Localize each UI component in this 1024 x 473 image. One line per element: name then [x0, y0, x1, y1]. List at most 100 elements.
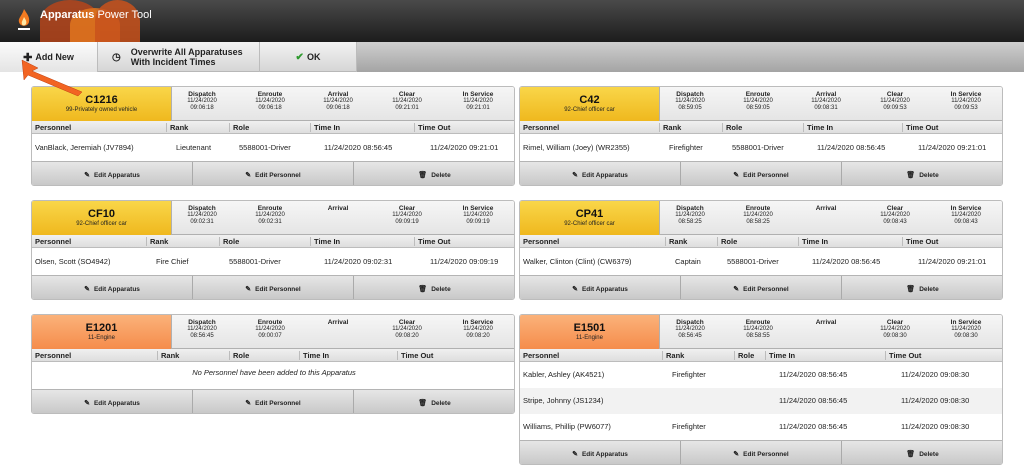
status-label: Dispatch	[676, 205, 704, 212]
personnel-row[interactable]: Olsen, Scott (SO4942) Fire Chief 5588001-D…	[32, 248, 514, 275]
column-header-time-in[interactable]: Time In	[803, 123, 833, 132]
column-header-role[interactable]: Role	[219, 237, 239, 246]
personnel-name: VanBlack, Jeremiah (JV7894)	[35, 142, 134, 152]
personnel-time-out: 11/24/2020 09:09:19	[430, 256, 499, 266]
status-label: In Service	[462, 91, 494, 98]
column-header-time-out[interactable]: Time Out	[414, 123, 450, 132]
personnel-role: 5588001-Driver	[229, 256, 281, 266]
column-header-personnel[interactable]: Personnel	[32, 123, 71, 132]
personnel-row[interactable]: Kabler, Ashley (AK4521) Firefighter 11/24/…	[520, 362, 1002, 388]
column-header-time-in[interactable]: Time In	[310, 123, 340, 132]
column-header-personnel[interactable]: Personnel	[32, 237, 71, 246]
edit-personnel-button[interactable]: ✎ Edit Personnel	[681, 441, 842, 464]
status-clock: 08:59:05	[678, 105, 702, 111]
column-header-rank[interactable]: Rank	[157, 351, 179, 360]
status-clock: 09:06:18	[190, 105, 214, 111]
status-label: Enroute	[745, 319, 771, 326]
column-header-rank[interactable]: Rank	[146, 237, 168, 246]
apparatus-id-box[interactable]: C42 92-Chief officer car	[520, 87, 660, 121]
status-date: 11/24/2020	[187, 326, 217, 332]
status-clock: 08:58:55	[746, 333, 770, 339]
edit-personnel-button[interactable]: ✎ Edit Personnel	[193, 162, 354, 185]
pencil-icon: ✎	[245, 172, 252, 179]
personnel-row[interactable]: Williams, Phillip (PW6077) Firefighter 11/…	[520, 414, 1002, 440]
edit-personnel-button[interactable]: ✎ Edit Personnel	[193, 390, 354, 413]
personnel-row[interactable]: VanBlack, Jeremiah (JV7894) Lieutenant 558…	[32, 134, 514, 161]
personnel-name: Kabler, Ashley (AK4521)	[523, 370, 605, 379]
column-header-time-out[interactable]: Time Out	[414, 237, 450, 246]
trash-icon: 🗑	[906, 172, 916, 179]
edit-personnel-button[interactable]: ✎ Edit Personnel	[681, 162, 842, 185]
edit-personnel-button[interactable]: ✎ Edit Personnel	[681, 276, 842, 299]
column-header-personnel[interactable]: Personnel	[520, 123, 559, 132]
edit-apparatus-button[interactable]: ✎ Edit Apparatus	[32, 390, 193, 413]
edit-apparatus-button[interactable]: ✎ Edit Apparatus	[520, 162, 681, 185]
delete-button[interactable]: 🗑 Delete	[842, 441, 1002, 464]
delete-button[interactable]: 🗑 Delete	[354, 276, 514, 299]
personnel-row[interactable]: Walker, Clinton (Clint) (CW6379) Captain 5…	[520, 248, 1002, 275]
delete-button[interactable]: 🗑 Delete	[354, 162, 514, 185]
apparatus-name: CF10	[88, 208, 115, 220]
personnel-role: 5588001-Driver	[732, 142, 784, 152]
column-header-role[interactable]: Role	[229, 123, 249, 132]
edit-personnel-button[interactable]: ✎ Edit Personnel	[193, 276, 354, 299]
column-header-time-out[interactable]: Time Out	[885, 351, 921, 360]
add-new-button[interactable]: ✚ Add New	[0, 42, 98, 72]
apparatus-actions: ✎ Edit Apparatus ✎ Edit Personnel 🗑 Delete	[32, 275, 514, 299]
personnel-row[interactable]: Stripe, Johnny (JS1234) 11/24/2020 08:56:…	[520, 388, 1002, 414]
edit-apparatus-button[interactable]: ✎ Edit Apparatus	[32, 276, 193, 299]
edit-apparatus-button[interactable]: ✎ Edit Apparatus	[32, 162, 193, 185]
column-header-time-in[interactable]: Time In	[310, 237, 340, 246]
apparatus-id-box[interactable]: E1501 11-Engine	[520, 315, 660, 349]
column-header-personnel[interactable]: Personnel	[520, 351, 559, 360]
delete-button-label: Delete	[431, 171, 451, 179]
delete-button[interactable]: 🗑 Delete	[354, 390, 514, 413]
status-time: Dispatch 11/24/2020 08:59:05	[658, 91, 722, 112]
personnel-row[interactable]: Rimel, William (Joey) (WR2355) Firefighte…	[520, 134, 1002, 161]
column-header-personnel[interactable]: Personnel	[520, 237, 559, 246]
delete-button-label: Delete	[919, 285, 939, 293]
delete-button[interactable]: 🗑 Delete	[842, 162, 1002, 185]
column-header-time-in[interactable]: Time In	[765, 351, 795, 360]
personnel-time-in: 11/24/2020 09:02:31	[324, 256, 393, 266]
column-header-time-in[interactable]: Time In	[299, 351, 329, 360]
column-header-rank[interactable]: Rank	[665, 237, 687, 246]
personnel-name: Williams, Phillip (PW6077)	[523, 422, 611, 431]
edit-apparatus-button[interactable]: ✎ Edit Apparatus	[520, 276, 681, 299]
apparatus-card: C42 92-Chief officer car Dispatch 11/24/202…	[519, 86, 1003, 186]
column-header-rank[interactable]: Rank	[166, 123, 188, 132]
column-header-role[interactable]: Role	[722, 123, 742, 132]
column-header-rank[interactable]: Rank	[659, 123, 681, 132]
apparatus-id-box[interactable]: CP41 92-Chief officer car	[520, 201, 660, 235]
status-clock: 09:21:01	[395, 105, 419, 111]
apparatus-name: C1216	[85, 94, 118, 106]
column-header-time-out[interactable]: Time Out	[902, 237, 938, 246]
column-header-personnel[interactable]: Personnel	[32, 351, 71, 360]
column-header-time-in[interactable]: Time In	[798, 237, 828, 246]
overwrite-incident-times-button[interactable]: ◷ Overwrite All Apparatuses With Incident…	[98, 42, 260, 72]
toolbar: ✚ Add New ◷ Overwrite All Apparatuses Wit…	[0, 42, 1024, 72]
personnel-rank: Firefighter	[672, 422, 706, 431]
column-header-role[interactable]: Role	[734, 351, 754, 360]
column-header-rank[interactable]: Rank	[662, 351, 684, 360]
pencil-icon: ✎	[84, 172, 90, 179]
status-date: 11/24/2020	[880, 212, 910, 218]
personnel-time-in: 11/24/2020 08:56:45	[817, 142, 886, 152]
delete-button[interactable]: 🗑 Delete	[842, 276, 1002, 299]
status-clock: 09:08:20	[395, 333, 419, 339]
apparatus-id-box[interactable]: CF10 92-Chief officer car	[32, 201, 172, 235]
apparatus-id-box[interactable]: E1201 11-Engine	[32, 315, 172, 349]
column-header-time-out[interactable]: Time Out	[397, 351, 433, 360]
status-label: Enroute	[257, 319, 283, 326]
status-clock: 09:06:18	[326, 105, 350, 111]
status-date: 11/24/2020	[951, 212, 981, 218]
apparatus-id-box[interactable]: C1216 99-Privately owned vehicle	[32, 87, 172, 121]
status-label: In Service	[462, 205, 494, 212]
status-clock: 09:02:31	[258, 219, 282, 225]
column-header-role[interactable]: Role	[229, 351, 249, 360]
edit-apparatus-button[interactable]: ✎ Edit Apparatus	[520, 441, 681, 464]
ok-button[interactable]: ✔ OK	[260, 42, 357, 72]
status-date: 11/24/2020	[392, 98, 422, 104]
column-header-time-out[interactable]: Time Out	[902, 123, 938, 132]
column-header-role[interactable]: Role	[717, 237, 737, 246]
